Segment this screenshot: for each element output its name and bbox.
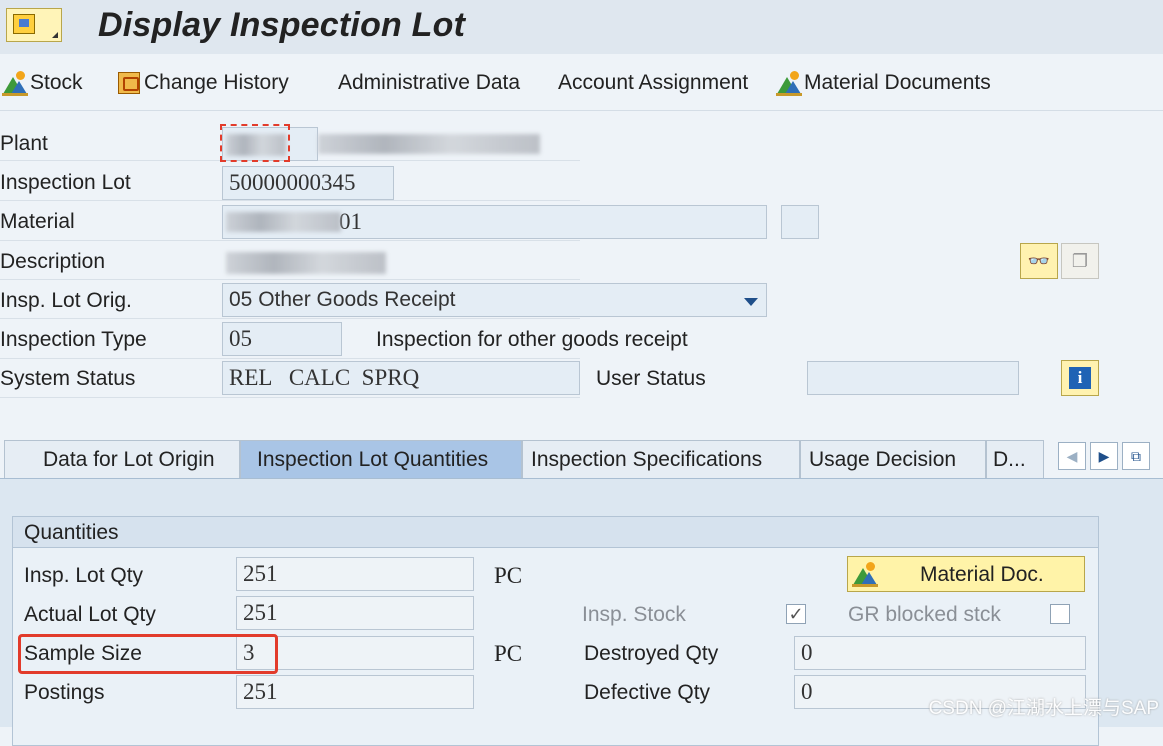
postings-field[interactable]: 251: [236, 675, 474, 709]
display-glasses-button[interactable]: 👓: [1020, 243, 1058, 279]
material-label: Material: [0, 210, 75, 233]
chevron-left-icon: ◀: [1066, 447, 1078, 464]
lot-origin-label: Insp. Lot Orig.: [0, 289, 132, 312]
dropdown-arrow-icon[interactable]: [744, 298, 758, 306]
account-assignment-label: Account Assignment: [558, 71, 749, 94]
redacted-plant-name: [318, 134, 540, 154]
sample-size-unit: PC: [494, 641, 523, 666]
redacted-description: [226, 252, 386, 274]
tab-list-button[interactable]: ⧉: [1122, 442, 1150, 470]
lot-origin-dropdown[interactable]: 05 Other Goods Receipt: [222, 283, 767, 317]
user-status-field[interactable]: [807, 361, 1019, 395]
material-documents-button[interactable]: Material Documents: [776, 68, 991, 98]
stock-label: Stock: [30, 71, 83, 94]
copy-button[interactable]: ❐: [1061, 243, 1099, 279]
inspection-lot-field[interactable]: 50000000345: [222, 166, 394, 200]
system-status-label: System Status: [0, 367, 136, 390]
tab-label: Inspection Specifications: [531, 448, 763, 471]
row-divider: [0, 397, 580, 398]
page-title: Display Inspection Lot: [98, 6, 466, 44]
row-divider: [0, 240, 580, 241]
defective-qty-label: Defective Qty: [584, 681, 711, 704]
watermark-text: CSDN @江湖水上漂与SAP: [928, 698, 1159, 719]
insp-stock-label: Insp. Stock: [582, 603, 686, 626]
tab-list-icon: ⧉: [1131, 447, 1141, 464]
sample-size-highlight: [18, 634, 278, 674]
change-history-icon: [116, 70, 142, 96]
tab-inspection-specifications[interactable]: Inspection Specifications: [522, 440, 800, 478]
tab-label: Usage Decision: [809, 448, 957, 471]
insp-lot-qty-unit: PC: [494, 563, 523, 588]
status-info-button[interactable]: i: [1061, 360, 1099, 396]
administrative-data-button[interactable]: Administrative Data: [338, 68, 520, 98]
inspection-type-text: Inspection for other goods receipt: [376, 328, 688, 351]
description-label: Description: [0, 250, 106, 273]
tab-label: D...: [993, 448, 1026, 471]
gr-blocked-label: GR blocked stck: [848, 603, 1001, 626]
glasses-icon: 👓: [1027, 250, 1051, 271]
postings-label: Postings: [24, 681, 105, 704]
destroyed-qty-field[interactable]: 0: [794, 636, 1086, 670]
destroyed-qty-label: Destroyed Qty: [584, 642, 719, 665]
chevron-right-icon: ▶: [1098, 447, 1110, 464]
tab-data-for-lot-origin[interactable]: Data for Lot Origin: [4, 440, 240, 478]
tab-label: Inspection Lot Quantities: [257, 448, 489, 471]
insp-lot-qty-field[interactable]: 251: [236, 557, 474, 591]
actual-lot-qty-label: Actual Lot Qty: [24, 603, 156, 626]
plant-label: Plant: [0, 132, 48, 155]
lot-origin-value: 05 Other Goods Receipt: [229, 288, 456, 311]
tab-label: Data for Lot Origin: [43, 448, 215, 471]
tab-inspection-lot-quantities[interactable]: Inspection Lot Quantities: [240, 440, 522, 478]
user-status-label: User Status: [596, 367, 706, 390]
material-aux-field[interactable]: [781, 205, 819, 239]
gr-blocked-checkbox[interactable]: [1050, 604, 1070, 624]
change-history-label: Change History: [144, 71, 289, 94]
row-divider: [0, 318, 580, 319]
quantities-group-header: [12, 516, 1099, 548]
inspection-lot-label: Inspection Lot: [0, 171, 131, 194]
application-toolbar: Stock Change History Administrative Data…: [0, 54, 1163, 111]
info-icon: i: [1069, 367, 1091, 389]
redacted-material: [226, 212, 341, 232]
change-history-button[interactable]: Change History: [116, 68, 289, 98]
material-doc-label: Material Doc.: [920, 563, 1044, 586]
tab-usage-decision[interactable]: Usage Decision: [800, 440, 986, 478]
copy-icon: ❐: [1071, 250, 1089, 271]
row-divider: [0, 200, 580, 201]
inspection-type-field[interactable]: 05: [222, 322, 342, 356]
administrative-data-label: Administrative Data: [338, 71, 521, 94]
insp-stock-checkbox[interactable]: ✓: [786, 604, 806, 624]
material-mountain-icon: [852, 561, 878, 587]
system-status-field[interactable]: REL CALC SPRQ: [222, 361, 580, 395]
inspection-type-label: Inspection Type: [0, 328, 147, 351]
tab-scroll-left-button[interactable]: ◀: [1058, 442, 1086, 470]
actual-lot-qty-field[interactable]: 251: [236, 596, 474, 630]
stock-button[interactable]: Stock: [2, 68, 83, 98]
row-divider: [0, 358, 580, 359]
insp-lot-qty-label: Insp. Lot Qty: [24, 564, 144, 587]
material-documents-label: Material Documents: [804, 71, 991, 94]
plant-highlight: [220, 124, 290, 162]
quantities-group-title: Quantities: [24, 521, 119, 544]
app-menu-icon[interactable]: [6, 8, 62, 42]
material-mountain-icon: [2, 70, 28, 96]
tab-scroll-right-button[interactable]: ▶: [1090, 442, 1118, 470]
tab-more[interactable]: D...: [986, 440, 1044, 478]
material-doc-button[interactable]: Material Doc.: [847, 556, 1085, 592]
row-divider: [0, 279, 580, 280]
material-mountain-icon: [776, 70, 802, 96]
account-assignment-button[interactable]: Account Assignment: [558, 68, 748, 98]
